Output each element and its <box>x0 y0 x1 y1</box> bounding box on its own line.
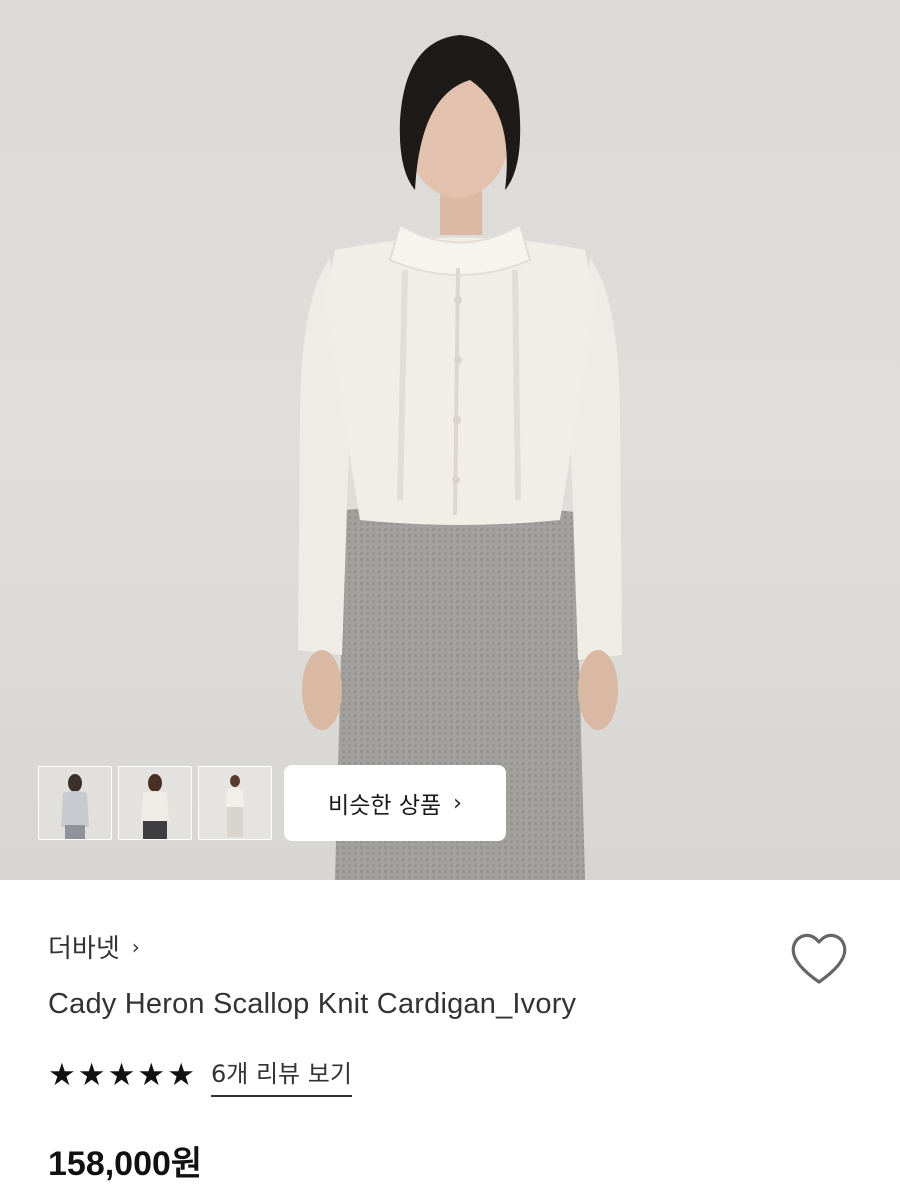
thumbnail-2[interactable] <box>118 766 192 840</box>
product-price: 158,000원 <box>48 1145 203 1183</box>
similar-products-label: 비슷한 상품 <box>328 793 442 819</box>
star-rating: ★ ★ ★ ★ ★ <box>48 1060 195 1091</box>
chevron-right-icon: › <box>131 934 140 959</box>
product-title: Cady Heron Scallop Knit Cardigan_Ivory <box>48 988 577 1020</box>
thumbnail-3[interactable] <box>198 766 272 840</box>
product-image[interactable]: 비슷한 상품 › <box>0 0 900 880</box>
star-icon: ★ <box>107 1057 136 1093</box>
thumbnail-image <box>119 767 191 839</box>
brand-name: 더바넷 <box>48 934 120 964</box>
thumbnail-image <box>39 767 111 839</box>
star-icon: ★ <box>77 1057 106 1093</box>
thumbnail-strip <box>38 765 272 841</box>
brand-link[interactable]: 더바넷 › <box>48 928 140 965</box>
star-icon: ★ <box>137 1057 166 1093</box>
rating-row: ★ ★ ★ ★ ★ 6개 리뷰 보기 <box>48 1054 352 1097</box>
chevron-right-icon: › <box>453 790 462 816</box>
wishlist-button[interactable] <box>788 930 850 986</box>
product-info: 더바넷 › Cady Heron Scallop Knit Cardigan_I… <box>0 880 900 1200</box>
star-icon: ★ <box>48 1057 76 1093</box>
model-photo <box>298 35 622 880</box>
similar-products-button[interactable]: 비슷한 상품 › <box>284 765 506 841</box>
heart-outline-icon <box>791 933 847 984</box>
star-icon: ★ <box>167 1057 195 1093</box>
reviews-link[interactable]: 6개 리뷰 보기 <box>210 1054 352 1097</box>
thumbnail-1[interactable] <box>38 766 112 840</box>
thumbnail-image <box>199 767 271 839</box>
